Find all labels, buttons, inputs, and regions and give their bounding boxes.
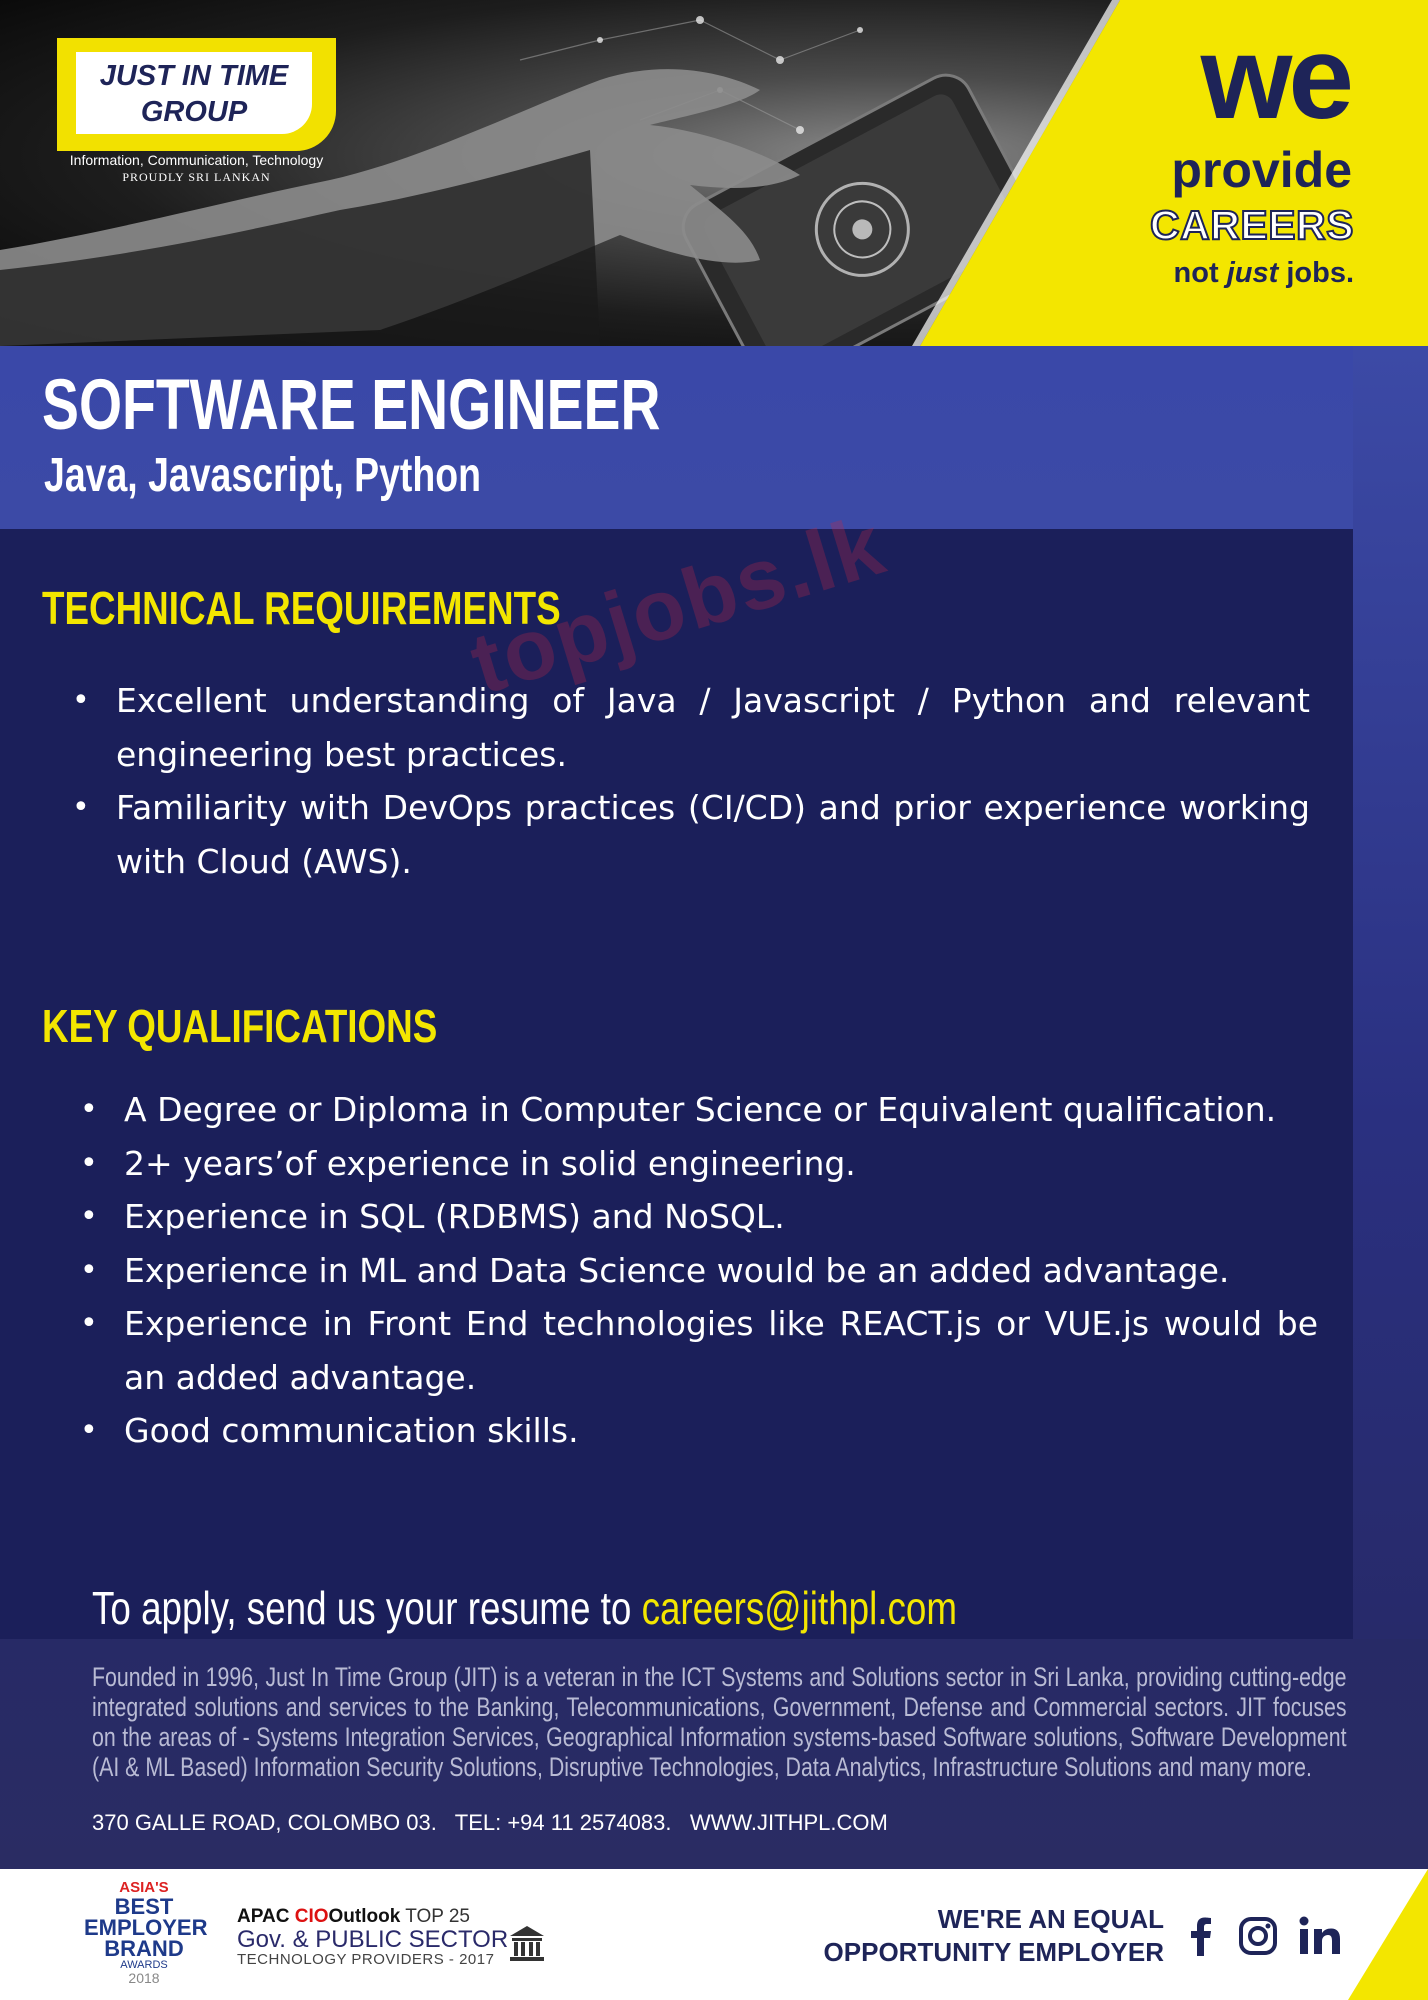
slogan-careers: CAREERS: [1149, 201, 1354, 249]
best-employer-award-badge: ASIA'S BEST EMPLOYER BRAND AWARDS 2018: [84, 1880, 208, 1986]
list-item: 2+ years’of experience in solid engineer…: [80, 1137, 1318, 1191]
key-qualifications-list: A Degree or Diploma in Computer Science …: [80, 1083, 1318, 1458]
slogan-not-just-jobs: not just jobs.: [1174, 256, 1354, 290]
hero-banner: JUST IN TIME GROUP Information, Communic…: [0, 0, 1428, 346]
facebook-icon[interactable]: [1186, 1916, 1216, 1956]
equal-line-1: WE'RE AN EQUAL: [937, 1904, 1164, 1934]
contact-line: 370 GALLE ROAD, COLOMBO 03. TEL: +94 11 …: [92, 1808, 888, 1838]
right-gradient-edge: [1353, 346, 1428, 1639]
slogan-we: we: [1200, 12, 1354, 144]
apply-line: To apply, send us your resume to careers…: [92, 1578, 957, 1638]
website-link[interactable]: WWW.JITHPL.COM: [690, 1810, 888, 1835]
list-item: Experience in ML and Data Science would …: [80, 1244, 1318, 1298]
technical-requirements-list: Excellent understanding of Java / Javasc…: [72, 674, 1310, 888]
slogan-not: not: [1173, 257, 1219, 289]
apply-text: To apply, send us your resume to: [92, 1582, 642, 1634]
award-brand: BRAND: [104, 1936, 184, 1961]
technical-requirements-heading: TECHNICAL REQUIREMENTS: [42, 582, 561, 634]
slogan-jobs: jobs.: [1286, 257, 1354, 289]
cio-apac: APAC: [237, 1906, 290, 1927]
list-item: Familiarity with DevOps practices (CI/CD…: [72, 781, 1310, 888]
list-item: Experience in Front End technologies lik…: [80, 1297, 1318, 1404]
list-item: Good communication skills.: [80, 1404, 1318, 1458]
cio-cio: CIO: [294, 1906, 329, 1927]
slogan-just: just: [1226, 257, 1279, 289]
apply-email-link[interactable]: careers@jithpl.com: [642, 1582, 958, 1634]
job-title: SOFTWARE ENGINEER: [42, 366, 661, 445]
instagram-icon[interactable]: [1238, 1916, 1278, 1956]
yellow-corner-accent: [1348, 1869, 1428, 2000]
list-item: Experience in SQL (RDBMS) and NoSQL.: [80, 1190, 1318, 1244]
cio-tech: TECHNOLOGY PROVIDERS - 2017: [237, 1951, 495, 1968]
cio-outlook: Outlook: [328, 1906, 401, 1927]
logo-tagline: Information, Communication, Technology: [69, 152, 324, 168]
about-paragraph: Founded in 1996, Just In Time Group (JIT…: [92, 1662, 1347, 1782]
logo-line-2: GROUP: [140, 96, 248, 128]
cio-outlook-badge: APAC CIOOutlook TOP 25 Gov. & PUBLIC SEC…: [237, 1906, 508, 1968]
contact-address: 370 GALLE ROAD, COLOMBO 03.: [92, 1810, 437, 1835]
list-item: Excellent understanding of Java / Javasc…: [72, 674, 1310, 781]
logo-line-1: JUST IN TIME: [99, 60, 289, 92]
equal-line-2: OPPORTUNITY EMPLOYER: [823, 1937, 1164, 1967]
key-qualifications-heading: KEY QUALIFICATIONS: [42, 1000, 438, 1052]
cio-header: APAC CIOOutlook TOP 25: [237, 1906, 508, 1928]
company-logo[interactable]: JUST IN TIME GROUP: [57, 38, 336, 151]
award-year: 2018: [128, 1970, 160, 1986]
list-item: A Degree or Diploma in Computer Science …: [80, 1083, 1318, 1137]
cio-gov: Gov. & PUBLIC SECTOR: [237, 1926, 509, 1953]
equal-opportunity-statement: WE'RE AN EQUAL OPPORTUNITY EMPLOYER: [824, 1903, 1164, 1969]
award-employer: EMPLOYER: [84, 1915, 208, 1940]
logo-text-plate: JUST IN TIME GROUP: [76, 52, 312, 134]
slogan-provide: provide: [1171, 142, 1352, 198]
government-building-icon: [510, 1926, 544, 1961]
contact-tel: TEL: +94 11 2574083.: [454, 1810, 672, 1835]
linkedin-icon[interactable]: [1298, 1916, 1342, 1956]
job-subtitle: Java, Javascript, Python: [44, 449, 482, 502]
cio-top: TOP 25: [405, 1906, 471, 1927]
award-best: BEST: [114, 1894, 174, 1919]
logo-subtagline: PROUDLY SRI LANKAN: [122, 170, 271, 184]
